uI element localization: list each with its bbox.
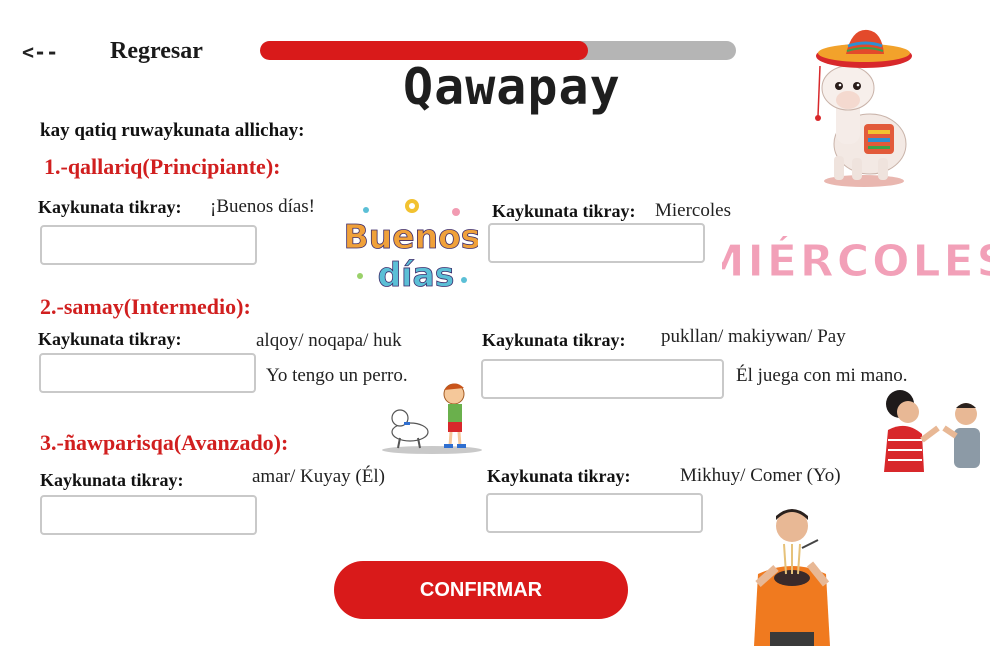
- man-eating-noodles-image: [754, 509, 830, 646]
- exercise-label: Kaykunata tikray:: [38, 329, 182, 349]
- buenos-dias-image: Buenos días: [346, 199, 478, 294]
- exercise-label: Kaykunata tikray:: [492, 201, 636, 221]
- page-title: Qawapay: [403, 58, 621, 116]
- mother-child-clapping-image: [878, 384, 994, 472]
- confirm-button[interactable]: CONFIRMAR: [334, 561, 628, 619]
- answer-input-2[interactable]: [488, 223, 705, 263]
- miercoles-image: MIÉRCOLES: [722, 234, 990, 288]
- back-arrow-icon[interactable]: <--: [22, 40, 58, 64]
- llama-sombrero-image: [815, 29, 912, 187]
- exercise-label: Kaykunata tikray:: [482, 330, 626, 350]
- exercise-hint: ¡Buenos días!: [210, 196, 316, 217]
- back-button[interactable]: Regresar: [110, 38, 203, 65]
- exercise-words: alqoy/ noqapa/ huk: [256, 330, 402, 351]
- buenos-dias-line1: Buenos: [346, 217, 478, 256]
- instructions-text: kay qatiq ruwaykunata allichay:: [40, 120, 305, 141]
- exercise-label: Kaykunata tikray:: [40, 470, 184, 490]
- boy-with-dog-image: [382, 383, 482, 454]
- answer-input-5[interactable]: [40, 495, 257, 535]
- answer-input-6[interactable]: [486, 493, 703, 533]
- section-heading-beginner: 1.-qallariq(Principiante):: [44, 154, 281, 179]
- exercise-hint: Mikhuy/ Comer (Yo): [680, 465, 841, 486]
- section-heading-intermediate: 2.-samay(Intermedio):: [40, 294, 251, 319]
- answer-input-3[interactable]: [39, 353, 256, 393]
- miercoles-text: MIÉRCOLES: [722, 234, 990, 287]
- exercise-words: pukllan/ makiywan/ Pay: [661, 326, 846, 347]
- answer-input-1[interactable]: [40, 225, 257, 265]
- answer-input-4[interactable]: [481, 359, 724, 399]
- exercise-label: Kaykunata tikray:: [38, 197, 182, 217]
- exercise-hint: Miercoles: [655, 200, 731, 221]
- buenos-dias-line2: días: [378, 255, 455, 294]
- section-heading-advanced: 3.-ñawparisqa(Avanzado):: [40, 430, 289, 455]
- exercise-label: Kaykunata tikray:: [487, 466, 631, 486]
- exercise-hint: amar/ Kuyay (Él): [252, 466, 385, 487]
